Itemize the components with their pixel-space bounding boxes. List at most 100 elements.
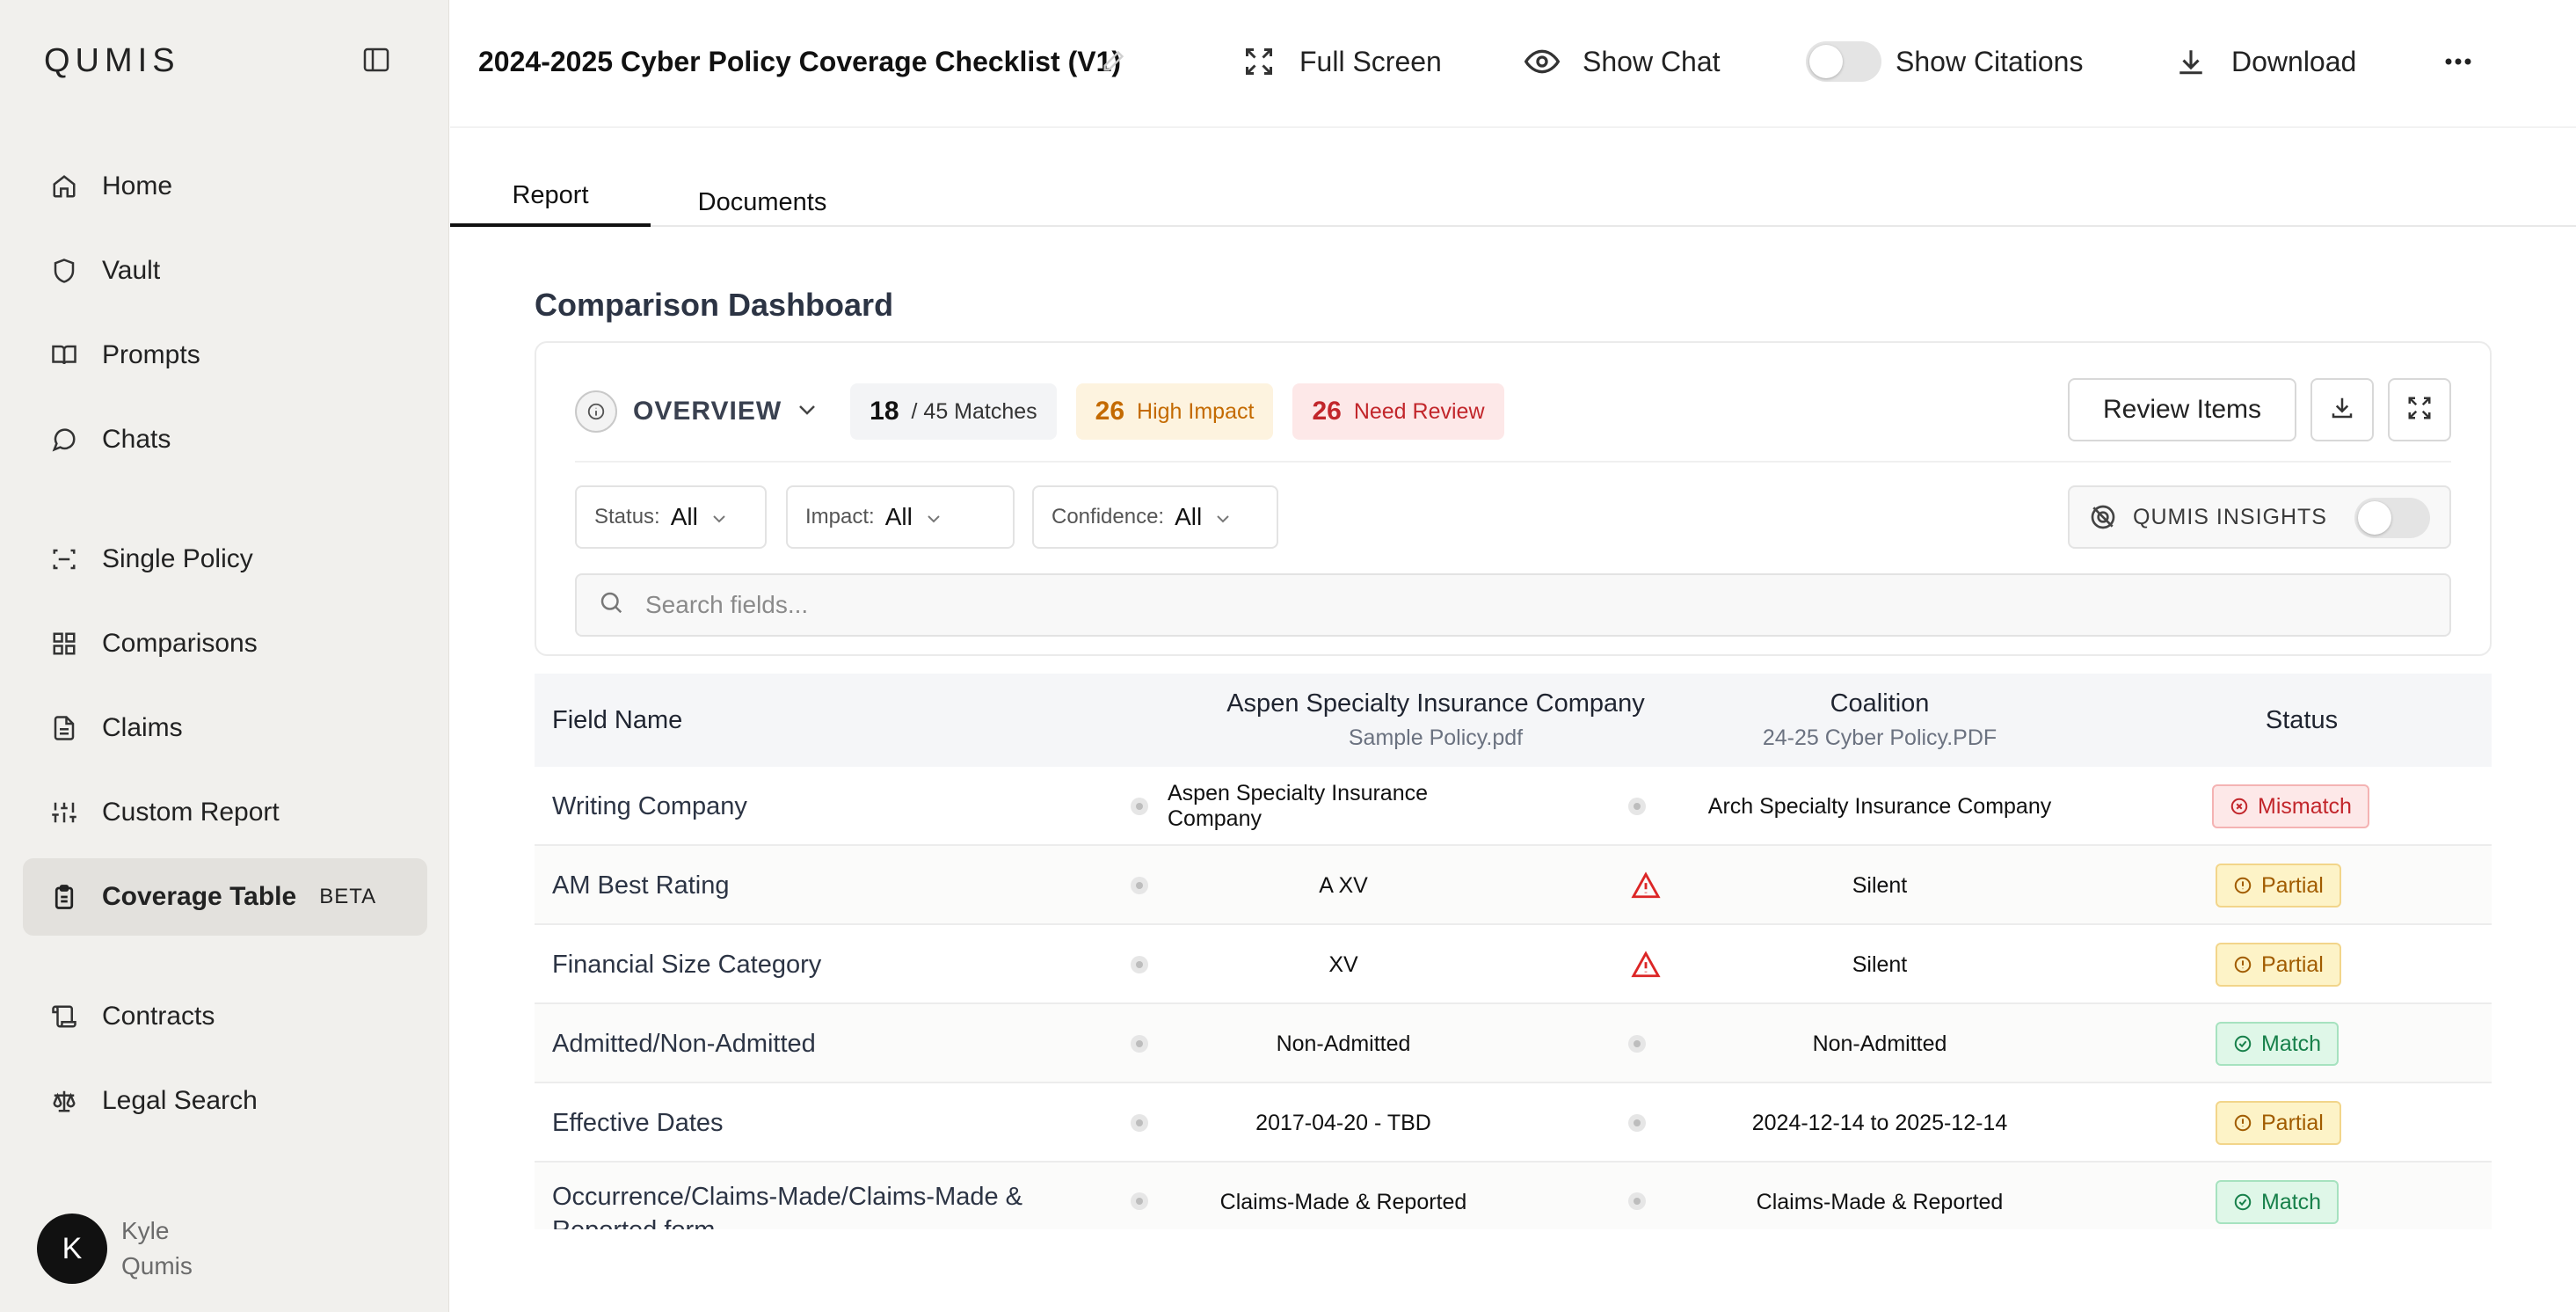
show-chat-button[interactable]: Show Chat <box>1524 40 1721 83</box>
table-row[interactable]: Occurrence/Claims-Made/Claims-Made & Rep… <box>535 1163 2492 1229</box>
citation-dot-icon[interactable] <box>1131 1192 1148 1210</box>
download-label: Download <box>2231 45 2357 77</box>
table-row[interactable]: Financial Size Category XV Silent Partia… <box>535 925 2492 1004</box>
field-name: Financial Size Category <box>552 951 822 979</box>
insights-toggle-switch[interactable] <box>2354 498 2430 538</box>
citation-dot-icon[interactable] <box>1131 877 1148 894</box>
matches-pill: 18 / 45 Matches <box>850 383 1057 440</box>
col-header-policy-b-file[interactable]: 24-25 Cyber Policy.PDF <box>1763 725 1997 751</box>
confidence-filter[interactable]: Confidence: All <box>1032 485 1278 549</box>
sidebar-item-coverage-table[interactable]: Coverage Table BETA <box>23 858 427 936</box>
sidebar-item-home[interactable]: Home <box>23 148 427 225</box>
status-label: Mismatch <box>2258 793 2352 819</box>
top-bar: 2024-2025 Cyber Policy Coverage Checklis… <box>450 0 2576 128</box>
citation-dot-icon[interactable] <box>1628 1192 1646 1210</box>
sidebar-item-prompts[interactable]: Prompts <box>23 317 427 394</box>
confidence-filter-value: All <box>1175 503 1203 530</box>
sidebar-item-comparisons[interactable]: Comparisons <box>23 605 427 682</box>
user-first-name: Kyle <box>121 1217 170 1244</box>
col-header-policy-a-file[interactable]: Sample Policy.pdf <box>1349 725 1523 751</box>
policy-b-value: Arch Specialty Insurance Company <box>1707 793 2052 819</box>
more-options-icon[interactable] <box>2444 40 2472 83</box>
table-row[interactable]: Writing Company Aspen Specialty Insuranc… <box>535 767 2492 846</box>
status-badge[interactable]: Match <box>2216 1022 2340 1066</box>
status-badge[interactable]: Mismatch <box>2212 784 2369 828</box>
divider <box>575 461 2451 463</box>
download-button[interactable]: Download <box>2173 40 2356 83</box>
sidebar-item-label: Vault <box>102 256 161 285</box>
chevron-down-icon[interactable] <box>797 404 817 420</box>
col-header-policy-b: Coalition 24-25 Cyber Policy.PDF <box>1686 674 2073 767</box>
status-badge[interactable]: Partial <box>2216 864 2341 907</box>
sidebar-item-contracts[interactable]: Contracts <box>23 978 427 1055</box>
logo: QUMIS <box>44 42 180 79</box>
sidebar-item-legal-search[interactable]: Legal Search <box>23 1062 427 1140</box>
citation-dot-icon[interactable] <box>1131 956 1148 973</box>
tab-report[interactable]: Report <box>450 167 651 227</box>
show-citations-toggle[interactable]: Show Citations <box>1806 40 2083 83</box>
scroll-icon <box>49 1002 79 1031</box>
policy-a-value: Aspen Specialty Insurance Company <box>1168 781 1429 831</box>
impact-filter-label: Impact: <box>805 505 875 528</box>
tab-documents[interactable]: Documents <box>661 172 863 232</box>
citation-dot-icon[interactable] <box>1628 1035 1646 1053</box>
sidebar-item-vault[interactable]: Vault <box>23 232 427 310</box>
expand-table-button[interactable] <box>2388 378 2451 441</box>
sidebar-item-label: Coverage Table <box>102 882 297 911</box>
citation-dot-icon[interactable] <box>1628 798 1646 815</box>
citations-toggle-switch[interactable] <box>1806 41 1881 82</box>
field-name: Writing Company <box>552 792 747 820</box>
search-input[interactable]: Search fields... <box>575 573 2451 637</box>
need-review-label: Need Review <box>1353 398 1485 424</box>
citation-dot-icon[interactable] <box>1131 1035 1148 1053</box>
table-row[interactable]: AM Best Rating A XV Silent Partial <box>535 846 2492 925</box>
col-header-policy-b-title: Coalition <box>1830 689 1930 718</box>
sidebar-collapse-icon[interactable] <box>360 44 392 76</box>
user-profile[interactable]: K Kyle Qumis <box>37 1214 193 1284</box>
alert-circle-icon <box>2233 876 2252 895</box>
search-placeholder: Search fields... <box>645 591 809 618</box>
sliders-icon <box>49 798 79 827</box>
beta-badge: BETA <box>319 885 377 908</box>
impact-filter[interactable]: Impact: All <box>786 485 1015 549</box>
status-filter-value: All <box>670 503 698 530</box>
show-chat-label: Show Chat <box>1583 45 1721 77</box>
matches-count: 18 <box>870 397 899 426</box>
sidebar: QUMIS Home Vault Prompts Chats Single Po… <box>0 0 449 1312</box>
sidebar-item-custom-report[interactable]: Custom Report <box>23 774 427 851</box>
status-badge[interactable]: Partial <box>2216 1101 2341 1145</box>
sidebar-item-claims[interactable]: Claims <box>23 689 427 767</box>
policy-a-value: 2017-04-20 - TBD <box>1255 1110 1431 1135</box>
user-name: Kyle Qumis <box>121 1214 193 1284</box>
need-review-pill[interactable]: 26 Need Review <box>1292 383 1504 440</box>
citation-dot-icon[interactable] <box>1628 1114 1646 1132</box>
review-items-button[interactable]: Review Items <box>2068 378 2296 441</box>
field-name: Admitted/Non-Admitted <box>552 1030 816 1058</box>
full-screen-button[interactable]: Full Screen <box>1241 40 1442 83</box>
overview-label[interactable]: OVERVIEW <box>633 397 782 426</box>
citation-dot-icon[interactable] <box>1131 1114 1148 1132</box>
status-filter[interactable]: Status: All <box>575 485 767 549</box>
field-name: Effective Dates <box>552 1109 724 1137</box>
policy-a-value: Non-Admitted <box>1276 1031 1411 1056</box>
citation-dot-icon[interactable] <box>1131 798 1148 815</box>
table-row[interactable]: Admitted/Non-Admitted Non-Admitted Non-A… <box>535 1004 2492 1083</box>
status-label: Partial <box>2261 1110 2324 1135</box>
export-button[interactable] <box>2310 378 2374 441</box>
info-icon[interactable] <box>575 390 617 433</box>
sidebar-item-label: Single Policy <box>102 544 253 573</box>
need-review-count: 26 <box>1312 397 1342 426</box>
table-row[interactable]: Effective Dates 2017-04-20 - TBD 2024-12… <box>535 1083 2492 1163</box>
status-badge[interactable]: Match <box>2216 1180 2340 1224</box>
warning-icon[interactable] <box>1631 950 1661 980</box>
policy-b-value: Non-Admitted <box>1812 1031 1947 1056</box>
high-impact-pill[interactable]: 26 High Impact <box>1075 383 1274 440</box>
user-last-name: Qumis <box>121 1252 193 1279</box>
sidebar-item-chats[interactable]: Chats <box>23 401 427 478</box>
status-label: Partial <box>2261 872 2324 898</box>
warning-icon[interactable] <box>1631 871 1661 900</box>
status-label: Match <box>2261 1031 2322 1056</box>
status-badge[interactable]: Partial <box>2216 943 2341 987</box>
edit-icon[interactable] <box>1101 49 1125 78</box>
sidebar-item-single-policy[interactable]: Single Policy <box>23 521 427 598</box>
